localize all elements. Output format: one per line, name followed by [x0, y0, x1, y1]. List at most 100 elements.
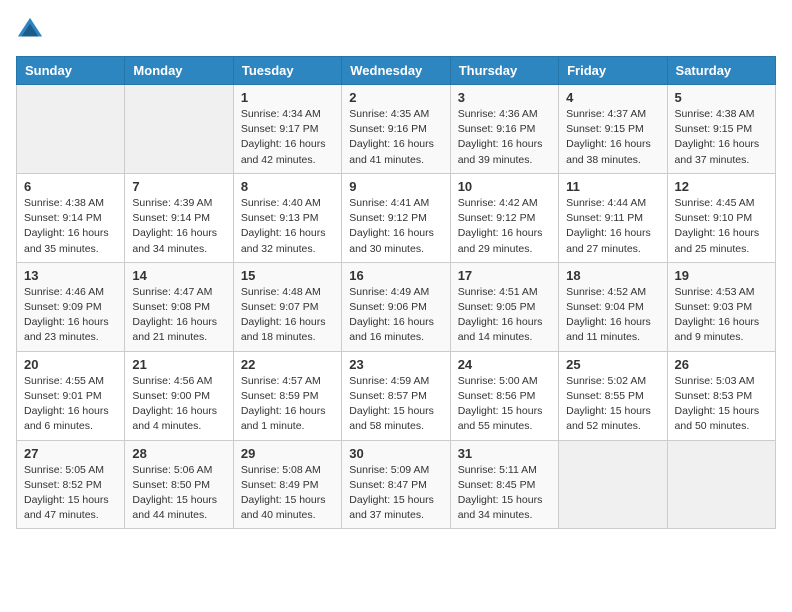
- weekday-header: Tuesday: [233, 57, 341, 85]
- day-number: 19: [675, 268, 768, 283]
- calendar-cell: 17 Sunrise: 4:51 AM Sunset: 9:05 PM Dayli…: [450, 262, 558, 351]
- day-info: Sunrise: 4:46 AM Sunset: 9:09 PM Dayligh…: [24, 285, 117, 346]
- day-info: Sunrise: 5:09 AM Sunset: 8:47 PM Dayligh…: [349, 463, 442, 524]
- calendar-cell: 9Sunrise: 4:41 AM Sunset: 9:12 PM Daylig…: [342, 173, 450, 262]
- day-number: 2: [349, 90, 442, 105]
- day-number: 14: [132, 268, 225, 283]
- day-info: Sunrise: 4:38 AM Sunset: 9:14 PM Dayligh…: [24, 196, 117, 257]
- day-number: 30: [349, 446, 442, 461]
- day-info: Sunrise: 4:53 AM Sunset: 9:03 PM Dayligh…: [675, 285, 768, 346]
- day-info: Sunrise: 4:51 AM Sunset: 9:05 PM Dayligh…: [458, 285, 551, 346]
- day-info: Sunrise: 4:37 AM Sunset: 9:15 PM Dayligh…: [566, 107, 659, 168]
- day-number: 7: [132, 179, 225, 194]
- calendar-week-row: 6Sunrise: 4:38 AM Sunset: 9:14 PM Daylig…: [17, 173, 776, 262]
- day-info: Sunrise: 4:42 AM Sunset: 9:12 PM Dayligh…: [458, 196, 551, 257]
- calendar-cell: 22 Sunrise: 4:57 AM Sunset: 8:59 PM Dayli…: [233, 351, 341, 440]
- day-info: Sunrise: 4:56 AM Sunset: 9:00 PM Dayligh…: [132, 374, 225, 435]
- day-info: Sunrise: 4:49 AM Sunset: 9:06 PM Dayligh…: [349, 285, 442, 346]
- calendar-cell: 4 Sunrise: 4:37 AM Sunset: 9:15 PM Daylig…: [559, 85, 667, 174]
- calendar-cell: 16 Sunrise: 4:49 AM Sunset: 9:06 PM Dayli…: [342, 262, 450, 351]
- calendar-cell: 3Sunrise: 4:36 AM Sunset: 9:16 PM Daylig…: [450, 85, 558, 174]
- day-info: Sunrise: 5:03 AM Sunset: 8:53 PM Dayligh…: [675, 374, 768, 435]
- calendar-cell: 10 Sunrise: 4:42 AM Sunset: 9:12 PM Dayli…: [450, 173, 558, 262]
- day-info: Sunrise: 4:38 AM Sunset: 9:15 PM Dayligh…: [675, 107, 768, 168]
- weekday-header: Sunday: [17, 57, 125, 85]
- calendar-table: SundayMondayTuesdayWednesdayThursdayFrid…: [16, 56, 776, 529]
- day-number: 13: [24, 268, 117, 283]
- day-info: Sunrise: 4:35 AM Sunset: 9:16 PM Dayligh…: [349, 107, 442, 168]
- day-number: 4: [566, 90, 659, 105]
- day-number: 11: [566, 179, 659, 194]
- calendar-week-row: 1Sunrise: 4:34 AM Sunset: 9:17 PM Daylig…: [17, 85, 776, 174]
- day-info: Sunrise: 5:05 AM Sunset: 8:52 PM Dayligh…: [24, 463, 117, 524]
- weekday-header: Saturday: [667, 57, 775, 85]
- day-number: 16: [349, 268, 442, 283]
- calendar-week-row: 20 Sunrise: 4:55 AM Sunset: 9:01 PM Dayli…: [17, 351, 776, 440]
- day-info: Sunrise: 4:48 AM Sunset: 9:07 PM Dayligh…: [241, 285, 334, 346]
- day-info: Sunrise: 4:47 AM Sunset: 9:08 PM Dayligh…: [132, 285, 225, 346]
- day-info: Sunrise: 5:06 AM Sunset: 8:50 PM Dayligh…: [132, 463, 225, 524]
- day-number: 15: [241, 268, 334, 283]
- calendar-cell: 21 Sunrise: 4:56 AM Sunset: 9:00 PM Dayli…: [125, 351, 233, 440]
- calendar-cell: [559, 440, 667, 529]
- day-info: Sunrise: 5:02 AM Sunset: 8:55 PM Dayligh…: [566, 374, 659, 435]
- day-number: 24: [458, 357, 551, 372]
- calendar-week-row: 27 Sunrise: 5:05 AM Sunset: 8:52 PM Dayli…: [17, 440, 776, 529]
- calendar-cell: 2 Sunrise: 4:35 AM Sunset: 9:16 PM Daylig…: [342, 85, 450, 174]
- day-number: 21: [132, 357, 225, 372]
- day-number: 26: [675, 357, 768, 372]
- day-number: 22: [241, 357, 334, 372]
- calendar-cell: 27 Sunrise: 5:05 AM Sunset: 8:52 PM Dayli…: [17, 440, 125, 529]
- calendar-cell: 30 Sunrise: 5:09 AM Sunset: 8:47 PM Dayli…: [342, 440, 450, 529]
- weekday-header-row: SundayMondayTuesdayWednesdayThursdayFrid…: [17, 57, 776, 85]
- calendar-cell: 24 Sunrise: 5:00 AM Sunset: 8:56 PM Dayli…: [450, 351, 558, 440]
- weekday-header: Friday: [559, 57, 667, 85]
- calendar-cell: 31 Sunrise: 5:11 AM Sunset: 8:45 PM Dayli…: [450, 440, 558, 529]
- day-number: 10: [458, 179, 551, 194]
- day-info: Sunrise: 5:11 AM Sunset: 8:45 PM Dayligh…: [458, 463, 551, 524]
- calendar-cell: 1Sunrise: 4:34 AM Sunset: 9:17 PM Daylig…: [233, 85, 341, 174]
- calendar-cell: 23 Sunrise: 4:59 AM Sunset: 8:57 PM Dayli…: [342, 351, 450, 440]
- calendar-cell: 29 Sunrise: 5:08 AM Sunset: 8:49 PM Dayli…: [233, 440, 341, 529]
- weekday-header: Wednesday: [342, 57, 450, 85]
- day-info: Sunrise: 4:52 AM Sunset: 9:04 PM Dayligh…: [566, 285, 659, 346]
- day-number: 29: [241, 446, 334, 461]
- weekday-header: Monday: [125, 57, 233, 85]
- day-info: Sunrise: 4:57 AM Sunset: 8:59 PM Dayligh…: [241, 374, 334, 435]
- day-number: 28: [132, 446, 225, 461]
- calendar-cell: 15 Sunrise: 4:48 AM Sunset: 9:07 PM Dayli…: [233, 262, 341, 351]
- logo-icon: [16, 16, 44, 44]
- calendar-cell: 8Sunrise: 4:40 AM Sunset: 9:13 PM Daylig…: [233, 173, 341, 262]
- calendar-cell: 26 Sunrise: 5:03 AM Sunset: 8:53 PM Dayli…: [667, 351, 775, 440]
- day-info: Sunrise: 4:55 AM Sunset: 9:01 PM Dayligh…: [24, 374, 117, 435]
- day-info: Sunrise: 4:59 AM Sunset: 8:57 PM Dayligh…: [349, 374, 442, 435]
- day-number: 12: [675, 179, 768, 194]
- day-info: Sunrise: 4:40 AM Sunset: 9:13 PM Dayligh…: [241, 196, 334, 257]
- calendar-cell: [667, 440, 775, 529]
- day-info: Sunrise: 4:39 AM Sunset: 9:14 PM Dayligh…: [132, 196, 225, 257]
- day-info: Sunrise: 5:08 AM Sunset: 8:49 PM Dayligh…: [241, 463, 334, 524]
- day-info: Sunrise: 4:36 AM Sunset: 9:16 PM Dayligh…: [458, 107, 551, 168]
- calendar-cell: 20 Sunrise: 4:55 AM Sunset: 9:01 PM Dayli…: [17, 351, 125, 440]
- day-number: 5: [675, 90, 768, 105]
- day-info: Sunrise: 4:41 AM Sunset: 9:12 PM Dayligh…: [349, 196, 442, 257]
- day-number: 20: [24, 357, 117, 372]
- calendar-cell: 7 Sunrise: 4:39 AM Sunset: 9:14 PM Daylig…: [125, 173, 233, 262]
- calendar-cell: [125, 85, 233, 174]
- calendar-cell: 13 Sunrise: 4:46 AM Sunset: 9:09 PM Dayli…: [17, 262, 125, 351]
- calendar-cell: 11Sunrise: 4:44 AM Sunset: 9:11 PM Dayli…: [559, 173, 667, 262]
- day-info: Sunrise: 5:00 AM Sunset: 8:56 PM Dayligh…: [458, 374, 551, 435]
- calendar-cell: 6Sunrise: 4:38 AM Sunset: 9:14 PM Daylig…: [17, 173, 125, 262]
- logo: [16, 16, 48, 44]
- day-number: 1: [241, 90, 334, 105]
- day-number: 23: [349, 357, 442, 372]
- calendar-cell: [17, 85, 125, 174]
- calendar-cell: 28 Sunrise: 5:06 AM Sunset: 8:50 PM Dayli…: [125, 440, 233, 529]
- day-number: 17: [458, 268, 551, 283]
- calendar-week-row: 13 Sunrise: 4:46 AM Sunset: 9:09 PM Dayli…: [17, 262, 776, 351]
- day-number: 18: [566, 268, 659, 283]
- weekday-header: Thursday: [450, 57, 558, 85]
- calendar-cell: 19 Sunrise: 4:53 AM Sunset: 9:03 PM Dayli…: [667, 262, 775, 351]
- day-number: 27: [24, 446, 117, 461]
- day-number: 31: [458, 446, 551, 461]
